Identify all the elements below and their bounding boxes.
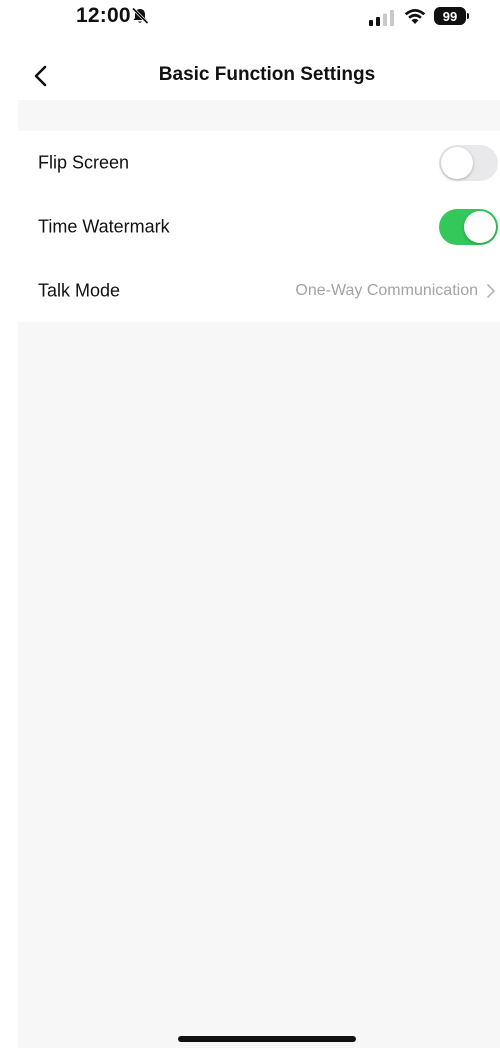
chevron-right-icon — [487, 284, 495, 298]
battery-icon: 99 — [434, 7, 470, 25]
home-indicator — [178, 1036, 356, 1042]
battery-nub — [467, 13, 469, 19]
talk-mode-value: One-Way Communication — [295, 282, 478, 299]
signal-icon — [369, 10, 394, 26]
time-watermark-label: Time Watermark — [38, 216, 170, 237]
toggle-knob — [441, 147, 473, 179]
status-bar: 12:00 99 — [0, 0, 500, 40]
time-watermark-toggle[interactable] — [439, 209, 498, 245]
talk-mode-label: Talk Mode — [38, 280, 121, 301]
settings-list: Flip Screen Time Watermark Talk Mode One… — [18, 131, 500, 322]
status-time: 12:00 — [76, 4, 131, 27]
toggle-knob — [464, 211, 496, 243]
wifi-icon — [404, 8, 426, 24]
flip-screen-label: Flip Screen — [38, 152, 130, 173]
page-title: Basic Function Settings — [158, 64, 376, 85]
setting-row-flip-screen: Flip Screen — [18, 131, 500, 195]
setting-row-talk-mode[interactable]: Talk Mode One-Way Communication — [18, 259, 500, 323]
flip-screen-toggle[interactable] — [439, 145, 498, 181]
battery-level: 99 — [434, 7, 466, 25]
setting-row-time-watermark: Time Watermark — [18, 195, 500, 259]
bell-slash-icon — [131, 7, 149, 25]
